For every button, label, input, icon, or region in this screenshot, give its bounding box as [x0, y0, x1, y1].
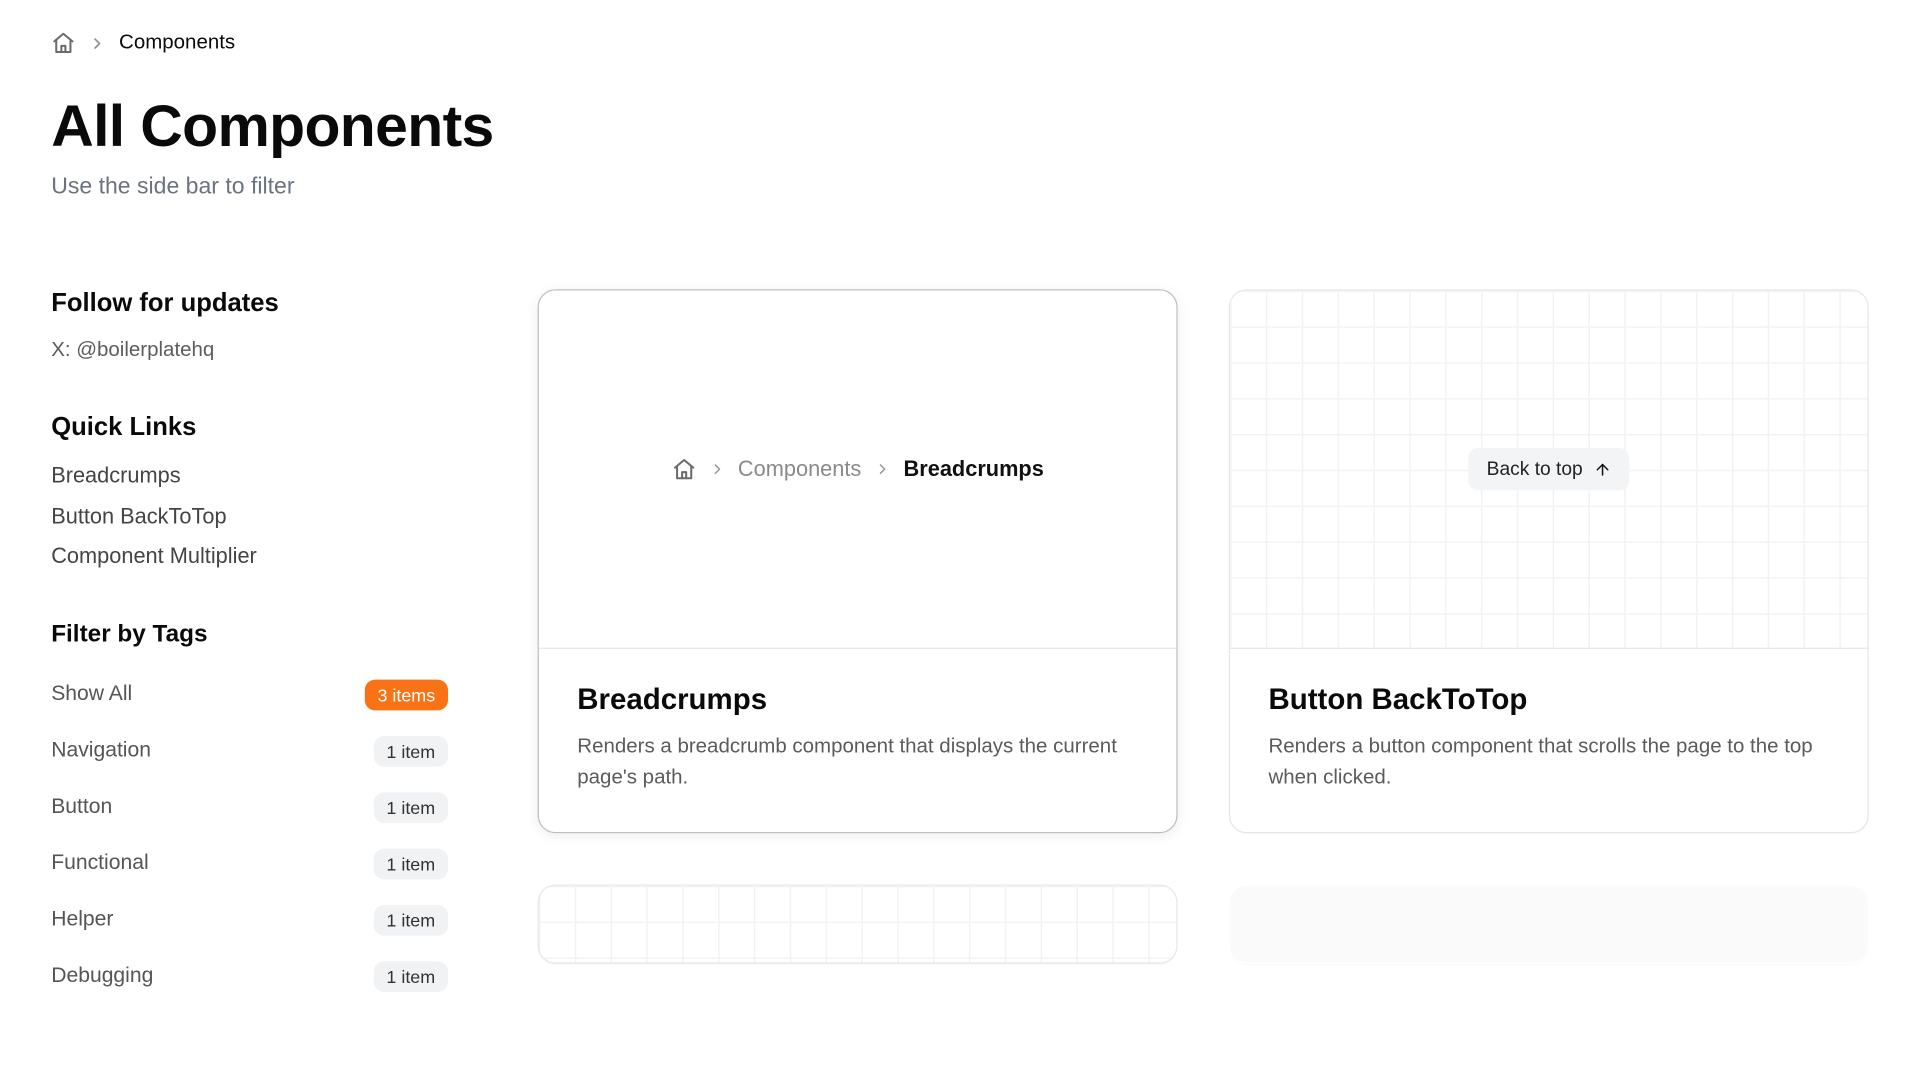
quicklink-item[interactable]: Breadcrumps: [51, 456, 448, 496]
tag-label: Debugging: [51, 964, 153, 988]
breadcrumb-current[interactable]: Components: [119, 31, 235, 54]
tag-label: Show All: [51, 683, 132, 707]
component-card-partial[interactable]: [1229, 884, 1869, 963]
page-title: All Components: [51, 91, 1869, 160]
card-preview: Components Breadcrumps: [539, 291, 1176, 649]
card-title: Button BackToTop: [1268, 682, 1829, 717]
tag-label: Navigation: [51, 739, 151, 763]
quicklink-item[interactable]: Component Multiplier: [51, 537, 448, 577]
tag-label: Functional: [51, 851, 148, 875]
tag-filter-helper[interactable]: Helper 1 item: [51, 892, 448, 948]
tag-count-badge: 1 item: [374, 736, 448, 767]
preview-breadcrumb: Components Breadcrumps: [671, 456, 1043, 482]
back-to-top-label: Back to top: [1487, 458, 1583, 480]
card-preview: Back to top: [1230, 291, 1867, 649]
follow-handle[interactable]: X: @boilerplatehq: [51, 332, 448, 371]
follow-heading: Follow for updates: [51, 289, 448, 318]
arrow-up-icon: [1593, 460, 1611, 478]
quicklink-item[interactable]: Button BackToTop: [51, 496, 448, 536]
card-title: Breadcrumps: [577, 682, 1138, 717]
chevron-right-icon: [874, 461, 891, 478]
tag-count-badge: 1 item: [374, 792, 448, 823]
tag-label: Button: [51, 795, 112, 819]
tag-count-badge: 1 item: [374, 848, 448, 879]
follow-section: Follow for updates X: @boilerplatehq: [51, 289, 448, 370]
tag-count-badge: 3 items: [365, 679, 448, 710]
tag-filter-show-all[interactable]: Show All 3 items: [51, 667, 448, 723]
component-card-backtotop[interactable]: Back to top Button BackToTop Renders a b…: [1229, 289, 1869, 833]
tags-section: Filter by Tags Show All 3 items Navigati…: [51, 620, 448, 1004]
card-body: Button BackToTop Renders a button compon…: [1230, 649, 1867, 832]
breadcrumb: Components: [51, 31, 1869, 55]
component-grid: Components Breadcrumps Breadcrumps Rende…: [538, 289, 1869, 964]
tag-filter-button[interactable]: Button 1 item: [51, 779, 448, 835]
card-description: Renders a breadcrumb component that disp…: [577, 732, 1138, 793]
tags-heading: Filter by Tags: [51, 620, 448, 648]
back-to-top-button: Back to top: [1469, 448, 1629, 490]
card-body: Breadcrumps Renders a breadcrumb compone…: [539, 649, 1176, 832]
quicklinks-section: Quick Links Breadcrumps Button BackToTop…: [51, 414, 448, 577]
sidebar: Follow for updates X: @boilerplatehq Qui…: [51, 289, 448, 1048]
card-preview: [539, 886, 1176, 963]
home-icon: [671, 457, 695, 481]
chevron-right-icon: [708, 461, 725, 478]
tag-count-badge: 1 item: [374, 961, 448, 992]
tag-count-badge: 1 item: [374, 905, 448, 936]
tag-label: Helper: [51, 908, 113, 932]
page-subtitle: Use the side bar to filter: [51, 173, 1869, 200]
tag-filter-navigation[interactable]: Navigation 1 item: [51, 723, 448, 779]
component-card-partial[interactable]: [538, 884, 1178, 963]
card-description: Renders a button component that scrolls …: [1268, 732, 1829, 793]
home-icon[interactable]: [51, 31, 75, 55]
tag-filter-functional[interactable]: Functional 1 item: [51, 835, 448, 891]
quicklinks-heading: Quick Links: [51, 414, 448, 443]
card-preview: [1230, 886, 1867, 963]
chevron-right-icon: [88, 34, 106, 52]
preview-crumb-current: Breadcrumps: [904, 456, 1044, 482]
preview-crumb: Components: [738, 456, 861, 482]
component-card-breadcrumps[interactable]: Components Breadcrumps Breadcrumps Rende…: [538, 289, 1178, 833]
tag-filter-debugging[interactable]: Debugging 1 item: [51, 948, 448, 1004]
